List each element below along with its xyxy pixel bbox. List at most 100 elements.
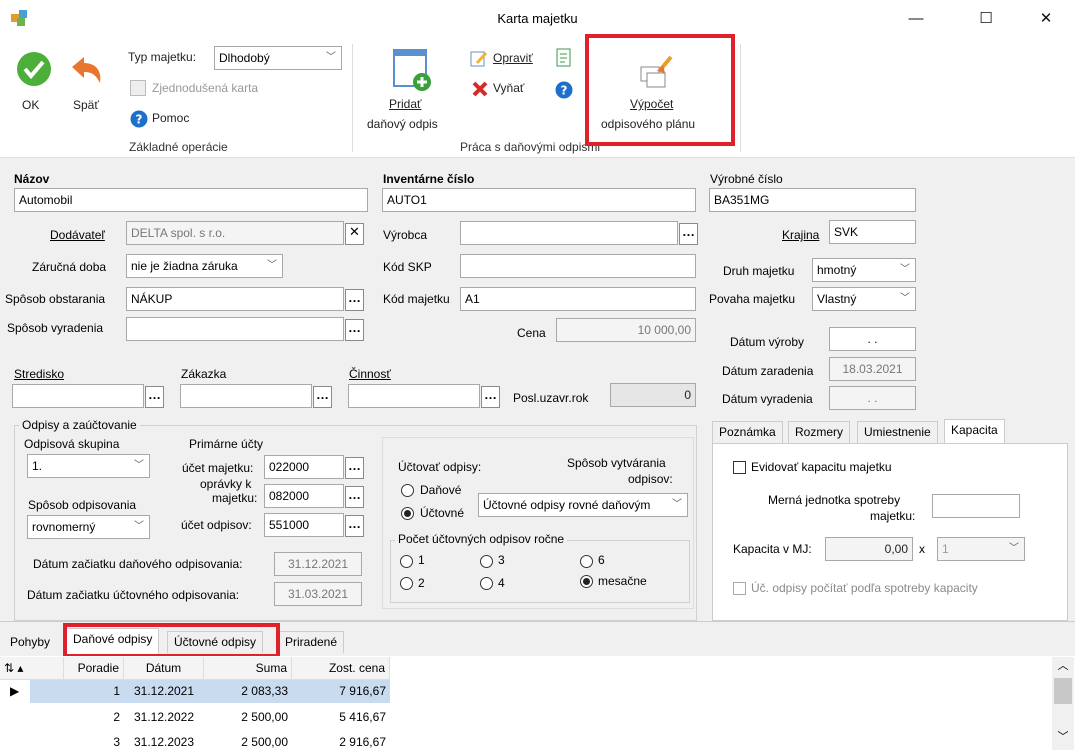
back-icon[interactable]	[70, 55, 104, 85]
minimize-button[interactable]: —	[893, 0, 939, 38]
datum-vyroby-input[interactable]: . .	[829, 327, 916, 351]
sort-icon[interactable]: ⇅ ▴	[0, 657, 64, 680]
sposob-vytvarania-combo[interactable]: Účtovné odpisy rovné daňovým ﹀	[478, 493, 688, 517]
remove-icon[interactable]	[471, 80, 489, 98]
kapacita-unit-combo[interactable]: 1 ﹀	[937, 537, 1025, 561]
danove-radio[interactable]	[401, 484, 414, 497]
posl-input[interactable]: 0	[610, 383, 696, 407]
add-tax-depreciation-icon[interactable]	[392, 48, 434, 92]
sposob-label: Spôsob odpisovania	[28, 498, 137, 512]
merna-input[interactable]	[932, 494, 1020, 518]
vyradenie-browse-button[interactable]: …	[345, 319, 364, 341]
obstaranie-browse-button[interactable]: …	[345, 289, 364, 311]
r3-radio[interactable]	[480, 555, 493, 568]
vyrobca-input[interactable]	[460, 221, 678, 245]
scroll-up-icon[interactable]: ︿	[1054, 657, 1072, 673]
opravky-input[interactable]: 082000	[264, 484, 344, 508]
tab-rozmery[interactable]: Rozmery	[788, 421, 851, 443]
sposob-vytvarania-label1: Spôsob vytvárania	[567, 456, 666, 470]
chevron-down-icon: ﹀	[672, 497, 682, 513]
cena-input[interactable]: 10 000,00	[556, 318, 696, 342]
maximize-button[interactable]: ☐	[963, 0, 1009, 38]
help-circle-icon[interactable]: ?	[555, 81, 573, 99]
skupina-combo[interactable]: 1. ﹀	[27, 454, 150, 478]
povaha-combo[interactable]: Vlastný ﹀	[812, 287, 916, 311]
tab-priradene[interactable]: Priradené	[278, 631, 345, 653]
col-zost-cena[interactable]: Zost. cena	[292, 657, 390, 680]
r1-radio[interactable]	[400, 555, 413, 568]
stredisko-browse-button[interactable]: …	[145, 386, 164, 408]
col-poradie[interactable]: Poradie	[64, 657, 124, 680]
sposob-combo[interactable]: rovnomerný ﹀	[27, 515, 150, 539]
kod-label: Kód majetku	[383, 292, 450, 306]
col-suma[interactable]: Suma	[204, 657, 292, 680]
uctovne-radio[interactable]	[401, 507, 414, 520]
uc-odpisy-checkbox[interactable]	[733, 582, 746, 595]
krajina-input[interactable]: SVK	[829, 220, 916, 244]
cell-zost-cena[interactable]: 5 416,67	[292, 706, 390, 729]
opravky-browse-button[interactable]: …	[345, 486, 364, 508]
vyradenie-input[interactable]	[126, 317, 344, 341]
evidovat-checkbox[interactable]	[733, 461, 746, 474]
stredisko-input[interactable]	[12, 384, 144, 408]
datum-vyradenia-input[interactable]: . .	[829, 386, 916, 410]
cinnost-input[interactable]	[348, 384, 480, 408]
ucet-odpisov-browse-button[interactable]: …	[345, 515, 364, 537]
ok-button[interactable]: OK	[22, 98, 39, 112]
nazov-input[interactable]: Automobil	[14, 188, 368, 212]
col-datum[interactable]: Dátum	[124, 657, 204, 680]
zakazka-browse-button[interactable]: …	[313, 386, 332, 408]
tab-poznamka[interactable]: Poznámka	[712, 421, 783, 443]
cell-suma[interactable]: 2 500,00	[204, 731, 292, 750]
r2-radio[interactable]	[400, 577, 413, 590]
cell-datum[interactable]: 31.12.2023	[124, 731, 204, 750]
zakazka-input[interactable]	[180, 384, 312, 408]
back-button[interactable]: Späť	[73, 98, 99, 112]
druh-combo[interactable]: hmotný ﹀	[812, 258, 916, 282]
help-button[interactable]: Pomoc	[152, 111, 189, 125]
tab-kapacita[interactable]: Kapacita	[944, 419, 1005, 444]
tab-pohyby[interactable]: Pohyby	[4, 632, 57, 654]
scrollbar-thumb[interactable]	[1054, 678, 1072, 704]
edit-icon[interactable]	[470, 49, 488, 67]
obstaranie-input[interactable]: NÁKUP	[126, 287, 344, 311]
cell-poradie[interactable]: 3	[64, 731, 124, 750]
datum-zaradenia-input[interactable]: 18.03.2021	[829, 357, 916, 381]
edit-button[interactable]: Opraviť	[493, 51, 533, 65]
simplified-card[interactable]: Zjednodušená karta	[152, 81, 258, 95]
export-icon[interactable]	[555, 48, 573, 68]
close-button[interactable]: ✕	[1023, 0, 1069, 38]
scroll-down-icon[interactable]: ﹀	[1054, 728, 1072, 744]
kapacita-input[interactable]: 0,00	[825, 537, 913, 561]
datum-uctovneho-input[interactable]: 31.03.2021	[274, 582, 362, 606]
skp-input[interactable]	[460, 254, 696, 278]
remove-button[interactable]: Vyňať	[493, 81, 524, 95]
cell-suma[interactable]: 2 500,00	[204, 706, 292, 729]
ucet-majetku-browse-button[interactable]: …	[345, 457, 364, 479]
dodavatel-input[interactable]: DELTA spol. s r.o.	[126, 221, 344, 245]
cell-datum[interactable]: 31.12.2022	[124, 706, 204, 729]
cell-poradie[interactable]: 2	[64, 706, 124, 729]
add-line2[interactable]: daňový odpis	[367, 117, 438, 131]
zarucna-combo[interactable]: nie je žiadna záruka ﹀	[126, 254, 283, 278]
r4-radio[interactable]	[480, 577, 493, 590]
zarucna-label: Záručná doba	[32, 260, 107, 274]
r6-radio[interactable]	[580, 555, 593, 568]
tab-umiestnenie[interactable]: Umiestnenie	[857, 421, 938, 443]
cell-zost-cena[interactable]: 2 916,67	[292, 731, 390, 750]
cell-datum: 31.12.2021	[133, 684, 195, 698]
ok-icon[interactable]	[15, 50, 53, 88]
ucet-majetku-input[interactable]: 022000	[264, 455, 344, 479]
help-icon[interactable]: ?	[130, 110, 148, 128]
clear-dodavatel-button[interactable]: ✕	[345, 223, 364, 245]
datum-danoveho-input[interactable]: 31.12.2021	[274, 552, 362, 576]
add-line1[interactable]: Pridať	[389, 97, 422, 111]
cinnost-browse-button[interactable]: …	[481, 386, 500, 408]
inv-input[interactable]: AUTO1	[382, 188, 696, 212]
rm-radio[interactable]	[580, 575, 593, 588]
typ-combo[interactable]: Dlhodobý ﹀	[214, 46, 342, 70]
ucet-odpisov-input[interactable]: 551000	[264, 513, 344, 537]
vyr-input[interactable]: BA351MG	[709, 188, 916, 212]
vyrobca-browse-button[interactable]: …	[679, 223, 698, 245]
kod-input[interactable]: A1	[460, 287, 696, 311]
